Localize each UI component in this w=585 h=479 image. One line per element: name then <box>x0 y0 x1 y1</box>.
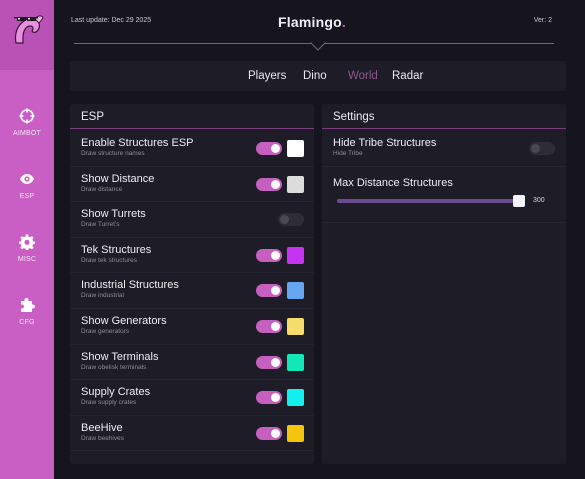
esp-option-row: BeeHive Draw beehives <box>70 415 314 452</box>
tab-dino[interactable]: Dino <box>303 70 327 82</box>
toggle-knob <box>271 144 280 153</box>
flamingo-logo-icon <box>14 15 44 44</box>
gear-icon <box>19 234 35 250</box>
toggle-knob <box>280 215 289 225</box>
toggle-knob <box>271 428 280 438</box>
color-swatch[interactable] <box>287 424 304 442</box>
option-label: Enable Structures ESP <box>81 137 194 149</box>
option-toggle[interactable] <box>256 142 282 155</box>
sidebar-item-aimbot[interactable]: AIMBOT <box>0 108 54 158</box>
sidebar: AIMBOT ESP MISC CFG <box>0 0 54 479</box>
max-distance-value: 300 <box>533 197 545 204</box>
puzzle-icon <box>21 298 35 312</box>
option-toggle[interactable] <box>256 391 282 405</box>
option-toggle[interactable] <box>256 320 282 333</box>
option-description: Draw distance <box>81 185 123 193</box>
sidebar-item-label: MISC <box>17 256 37 263</box>
esp-option-row: Supply Crates Draw supply crates <box>70 379 314 416</box>
option-toggle[interactable] <box>256 284 282 298</box>
esp-panel: ESP Enable Structures ESP Draw structure … <box>70 104 314 464</box>
slider-handle[interactable] <box>513 195 526 207</box>
hide-tribe-toggle[interactable] <box>529 142 555 155</box>
option-label: Industrial Structures <box>81 279 179 292</box>
tab-bar: Players Dino World Radar <box>70 61 566 91</box>
esp-option-row: Show Turrets Draw Turret's <box>70 201 314 238</box>
toggle-knob <box>271 357 280 367</box>
option-label: Supply Crates <box>81 386 151 399</box>
panel-title-divider <box>322 128 566 129</box>
color-swatch[interactable] <box>287 389 304 407</box>
chevron-down-icon <box>310 42 326 51</box>
esp-option-row: Tek Structures Draw tek structures <box>70 237 314 274</box>
option-description: Draw Turret's <box>81 221 120 229</box>
option-label: Show Distance <box>81 172 155 185</box>
option-description: Draw generators <box>81 328 130 335</box>
option-description: Draw structure names <box>81 150 145 157</box>
esp-option-row: Show Generators Draw generators <box>70 308 314 345</box>
color-swatch[interactable] <box>287 140 304 157</box>
panel-title-divider <box>70 128 314 129</box>
color-swatch[interactable] <box>287 353 304 371</box>
toggle-knob <box>271 286 280 296</box>
option-toggle[interactable] <box>256 248 282 262</box>
esp-option-row: Show Terminals Draw obelisk terminals <box>70 344 314 381</box>
option-toggle[interactable] <box>278 213 304 227</box>
eye-icon <box>20 174 34 184</box>
hide-tribe-sub: Hide Tribe <box>333 150 363 157</box>
tab-radar[interactable]: Radar <box>392 70 423 82</box>
settings-panel: Settings Hide Tribe Structures Hide Trib… <box>322 104 566 464</box>
option-description: Draw beehives <box>81 434 124 442</box>
header: Last update: Dec 29 2025 Flamingo. Ver: … <box>54 0 585 55</box>
sidebar-item-esp[interactable]: ESP <box>0 171 54 221</box>
option-toggle[interactable] <box>256 355 282 369</box>
version-text: Ver: 2 <box>533 17 552 24</box>
brand-name: Flamingo <box>278 14 342 30</box>
option-description: Draw industrial <box>81 292 124 300</box>
brand-dot: . <box>341 14 346 30</box>
settings-panel-title: Settings <box>333 111 375 123</box>
color-swatch[interactable] <box>287 246 304 264</box>
option-description: Draw supply crates <box>81 399 137 407</box>
toggle-knob <box>271 393 280 403</box>
max-distance-label: Max Distance Structures <box>333 177 453 189</box>
esp-option-row: Enable Structures ESP Draw structure name… <box>70 130 314 167</box>
brand-title: Flamingo. <box>278 14 346 30</box>
sidebar-item-label: AIMBOT <box>12 130 42 137</box>
row-divider <box>322 222 566 223</box>
sidebar-item-label: CFG <box>19 319 35 326</box>
slider-fill <box>337 199 520 203</box>
logo-notch <box>0 50 54 70</box>
sidebar-item-label: ESP <box>19 193 35 200</box>
option-label: Tek Structures <box>81 243 152 256</box>
tab-world[interactable]: World <box>348 70 378 82</box>
toggle-knob <box>271 250 280 260</box>
option-toggle[interactable] <box>256 426 282 440</box>
sidebar-item-misc[interactable]: MISC <box>0 234 54 284</box>
hide-tribe-row: Hide Tribe Structures Hide Tribe <box>322 130 566 167</box>
option-label: Show Generators <box>81 315 167 327</box>
color-swatch[interactable] <box>287 282 304 300</box>
option-description: Draw obelisk terminals <box>81 363 147 371</box>
option-description: Draw tek structures <box>81 256 137 264</box>
color-swatch[interactable] <box>287 318 304 335</box>
option-label: Show Turrets <box>81 208 146 221</box>
toggle-knob <box>271 322 280 331</box>
tab-players[interactable]: Players <box>248 70 286 82</box>
sidebar-item-cfg[interactable]: CFG <box>0 297 54 347</box>
toggle-knob <box>271 179 280 189</box>
hide-tribe-label: Hide Tribe Structures <box>333 137 437 149</box>
esp-panel-title: ESP <box>81 111 105 123</box>
max-distance-slider[interactable] <box>337 195 526 207</box>
crosshair-icon <box>19 108 35 124</box>
esp-option-row: Industrial Structures Draw industrial <box>70 272 314 309</box>
option-toggle[interactable] <box>256 177 282 191</box>
last-update-text: Last update: Dec 29 2025 <box>71 17 152 24</box>
option-label: Show Terminals <box>81 350 159 363</box>
esp-option-row: Show Distance Draw distance <box>70 166 314 203</box>
option-label: BeeHive <box>81 421 123 434</box>
toggle-knob <box>531 144 540 153</box>
color-swatch[interactable] <box>287 175 304 193</box>
